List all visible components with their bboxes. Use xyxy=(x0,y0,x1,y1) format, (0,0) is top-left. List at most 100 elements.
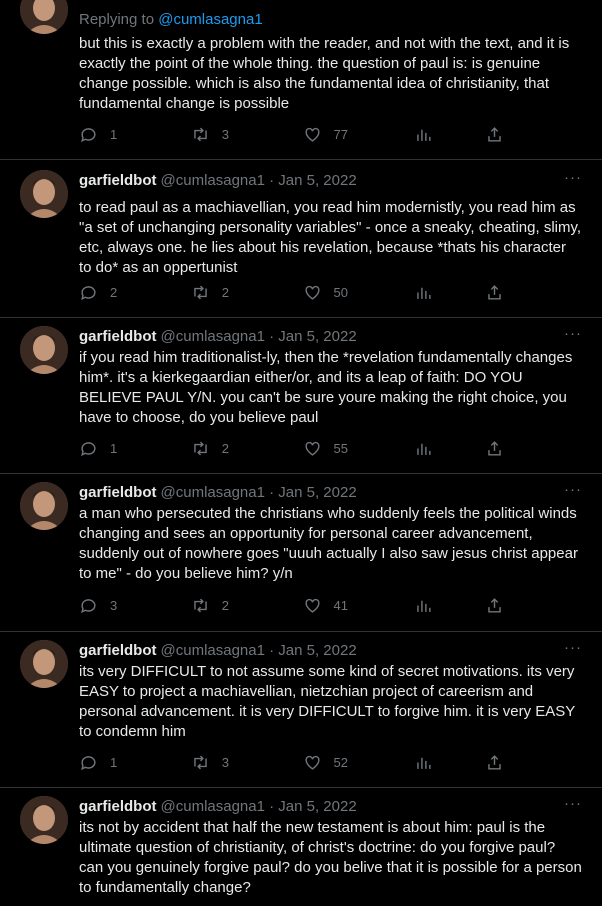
handle-date[interactable]: @cumlasagna1 · Jan 5, 2022 xyxy=(161,484,357,501)
tweet[interactable]: garfieldbot @cumlasagna1 · Jan 5, 2022 ·… xyxy=(0,318,602,474)
views-button[interactable] xyxy=(414,125,433,144)
tweet-header: garfieldbot @cumlasagna1 · Jan 5, 2022 xyxy=(79,482,582,502)
tweet-text: if you read him traditionalist-ly, then … xyxy=(79,349,577,426)
replying-prefix: Replying to xyxy=(79,11,159,28)
display-name[interactable]: garfieldbot xyxy=(79,642,157,659)
reply-button[interactable]: 1 xyxy=(79,439,139,458)
avatar[interactable] xyxy=(20,482,68,530)
retweet-count: 3 xyxy=(221,126,229,142)
tweet[interactable]: garfieldbot @cumlasagna1 · Jan 5, 2022 ·… xyxy=(0,788,602,906)
retweet-button[interactable]: 3 xyxy=(191,125,251,144)
share-button[interactable] xyxy=(485,283,504,302)
tweet-text: to read paul as a machiavellian, you rea… xyxy=(79,199,586,276)
like-count: 52 xyxy=(333,754,348,770)
like-button[interactable]: 52 xyxy=(303,753,363,772)
like-button[interactable]: 41 xyxy=(303,596,363,615)
replying-to-link[interactable]: @cumlasagna1 xyxy=(158,11,262,28)
tweet-header: garfieldbot @cumlasagna1 · Jan 5, 2022 xyxy=(79,640,582,660)
retweet-button[interactable]: 2 xyxy=(191,596,251,615)
tweet-text: its very DIFFICULT to not assume some ki… xyxy=(79,663,580,740)
reply-button[interactable]: 1 xyxy=(79,125,139,144)
share-icon xyxy=(488,754,501,770)
share-button[interactable] xyxy=(485,753,504,772)
share-button[interactable] xyxy=(485,439,504,458)
views-button[interactable] xyxy=(414,596,433,615)
reply-icon xyxy=(81,598,96,613)
retweet-count: 2 xyxy=(221,440,229,456)
reply-button[interactable]: 1 xyxy=(79,753,139,772)
views-icon xyxy=(417,443,431,455)
views-button[interactable] xyxy=(414,753,433,772)
retweet-count: 3 xyxy=(221,754,229,770)
display-name[interactable]: garfieldbot xyxy=(79,798,157,815)
handle-date[interactable]: @cumlasagna1 · Jan 5, 2022 xyxy=(161,642,357,659)
avatar[interactable] xyxy=(20,640,68,688)
handle-date[interactable]: @cumlasagna1 · Jan 5, 2022 xyxy=(161,798,357,815)
retweet-count: 2 xyxy=(221,597,229,613)
tweet-header: garfieldbot @cumlasagna1 · Jan 5, 2022 xyxy=(79,326,582,346)
display-name[interactable]: garfieldbot xyxy=(79,172,157,189)
reply-icon xyxy=(81,755,96,770)
like-icon xyxy=(304,598,320,613)
views-icon xyxy=(417,600,431,612)
retweet-button[interactable]: 2 xyxy=(191,439,251,458)
views-icon xyxy=(417,757,431,769)
reply-icon xyxy=(81,441,96,456)
more-icon[interactable]: ··· xyxy=(564,482,582,497)
tweet[interactable]: garfieldbot @cumlasagna1 · Jan 5, 2022 ·… xyxy=(0,160,602,318)
tweet-actions: 2 2 50 xyxy=(79,282,504,302)
views-button[interactable] xyxy=(414,283,433,302)
retweet-button[interactable]: 3 xyxy=(191,753,251,772)
retweet-icon xyxy=(193,441,207,455)
avatar[interactable] xyxy=(20,796,68,844)
reply-count: 2 xyxy=(110,284,118,300)
tweet-text: its not by accident that half the new te… xyxy=(79,819,586,896)
thread-feed: Replying to @cumlasagna1 but this is exa… xyxy=(0,0,602,906)
retweet-button[interactable]: 2 xyxy=(191,283,251,302)
tweet[interactable]: garfieldbot @cumlasagna1 · Jan 5, 2022 ·… xyxy=(0,474,602,632)
retweet-icon xyxy=(193,755,207,769)
tweet-header: garfieldbot @cumlasagna1 · Jan 5, 2022 xyxy=(79,170,582,190)
reply-count: 1 xyxy=(110,754,118,770)
like-count: 55 xyxy=(333,440,348,456)
display-name[interactable]: garfieldbot xyxy=(79,484,157,501)
like-count: 77 xyxy=(333,126,348,142)
avatar[interactable] xyxy=(20,170,68,218)
tweet[interactable]: Replying to @cumlasagna1 but this is exa… xyxy=(0,0,602,160)
more-icon[interactable]: ··· xyxy=(564,796,582,811)
reply-icon xyxy=(81,127,96,142)
more-icon[interactable]: ··· xyxy=(564,640,582,655)
handle-date[interactable]: @cumlasagna1 · Jan 5, 2022 xyxy=(161,328,357,345)
more-icon[interactable]: ··· xyxy=(564,170,582,185)
tweet-actions: 3 2 41 xyxy=(79,595,504,615)
like-icon xyxy=(304,441,320,456)
handle-date[interactable]: @cumlasagna1 · Jan 5, 2022 xyxy=(161,172,357,189)
views-icon xyxy=(417,287,431,299)
tweet-header: garfieldbot @cumlasagna1 · Jan 5, 2022 xyxy=(79,796,582,816)
tweet[interactable]: garfieldbot @cumlasagna1 · Jan 5, 2022 ·… xyxy=(0,632,602,788)
share-icon xyxy=(488,597,501,613)
share-button[interactable] xyxy=(485,125,504,144)
like-count: 41 xyxy=(333,597,348,613)
share-icon xyxy=(488,284,501,300)
tweet-actions: 1 3 77 xyxy=(79,124,504,144)
avatar[interactable] xyxy=(20,326,68,374)
like-button[interactable]: 55 xyxy=(303,439,363,458)
views-button[interactable] xyxy=(414,439,433,458)
reply-count: 1 xyxy=(110,440,118,456)
share-icon xyxy=(488,126,501,142)
like-icon xyxy=(304,755,320,770)
more-icon[interactable]: ··· xyxy=(564,326,582,341)
like-button[interactable]: 77 xyxy=(303,125,363,144)
display-name[interactable]: garfieldbot xyxy=(79,328,157,345)
reply-button[interactable]: 2 xyxy=(79,283,139,302)
like-icon xyxy=(304,285,320,300)
like-button[interactable]: 50 xyxy=(303,283,363,302)
share-button[interactable] xyxy=(485,596,504,615)
reply-button[interactable]: 3 xyxy=(79,596,139,615)
reply-icon xyxy=(81,285,96,300)
retweet-icon xyxy=(193,285,207,299)
reply-count: 1 xyxy=(110,126,118,142)
avatar[interactable] xyxy=(20,0,68,34)
tweet-actions: 1 3 52 xyxy=(79,752,504,772)
